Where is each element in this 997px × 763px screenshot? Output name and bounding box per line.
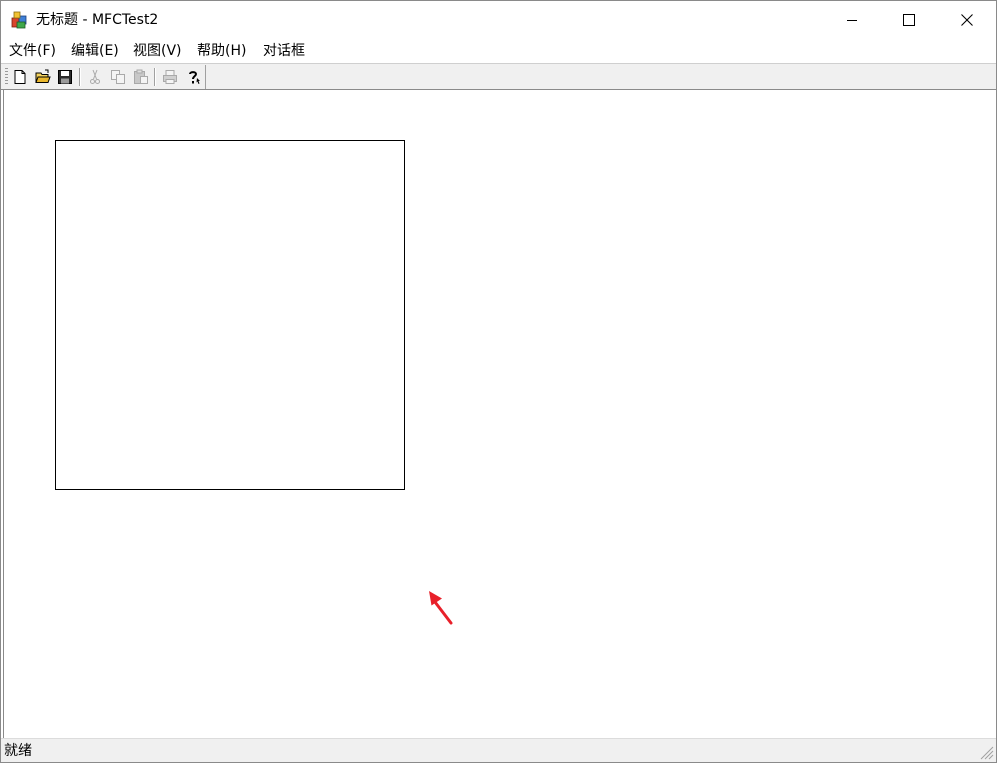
status-bar: 就绪 [1, 738, 996, 762]
minimize-icon [847, 20, 857, 21]
status-text: 就绪 [4, 743, 32, 759]
menu-dialog[interactable]: 对话框 [263, 42, 305, 60]
toolbar-dock [1, 63, 996, 90]
paste-button [131, 67, 151, 87]
maximize-button[interactable] [880, 1, 938, 39]
maximize-icon [903, 14, 915, 26]
save-icon [58, 70, 72, 84]
close-icon [961, 14, 973, 26]
menu-help[interactable]: 帮助(H) [197, 42, 246, 60]
copy-icon [111, 70, 125, 84]
toolbar-gripper[interactable] [5, 68, 8, 86]
open-button[interactable] [33, 67, 53, 87]
red-arrow-icon [429, 591, 453, 625]
title-bar[interactable]: 无标题 - MFCTest2 [1, 1, 996, 39]
toolbar-separator [154, 68, 156, 86]
menu-view[interactable]: 视图(V) [133, 42, 182, 60]
minimize-button[interactable] [823, 1, 881, 39]
new-file-icon [14, 70, 26, 84]
main-window: 无标题 - MFCTest2 文件(F) 编辑(E) 视图(V) 帮助(H) 对… [0, 0, 997, 763]
print-icon [163, 70, 177, 84]
window-title: 无标题 - MFCTest2 [36, 12, 159, 28]
menu-bar: 文件(F) 编辑(E) 视图(V) 帮助(H) 对话框 [1, 39, 996, 63]
open-folder-icon [35, 69, 51, 83]
menu-file[interactable]: 文件(F) [9, 42, 56, 60]
print-button [160, 67, 180, 87]
standard-toolbar [3, 65, 206, 89]
menu-edit[interactable]: 编辑(E) [71, 42, 119, 60]
save-button[interactable] [55, 67, 75, 87]
view-area[interactable] [3, 90, 995, 738]
copy-button [108, 67, 128, 87]
new-button[interactable] [10, 67, 30, 87]
close-button[interactable] [938, 1, 996, 39]
toolbar-separator [79, 68, 81, 86]
drawn-rectangle [55, 140, 405, 490]
help-icon [189, 71, 200, 84]
mfc-app-icon [11, 11, 27, 29]
resize-grip-icon[interactable] [978, 744, 994, 760]
cut-icon [90, 69, 100, 84]
paste-icon [134, 69, 148, 84]
help-button[interactable] [183, 67, 203, 87]
cut-button [85, 67, 105, 87]
